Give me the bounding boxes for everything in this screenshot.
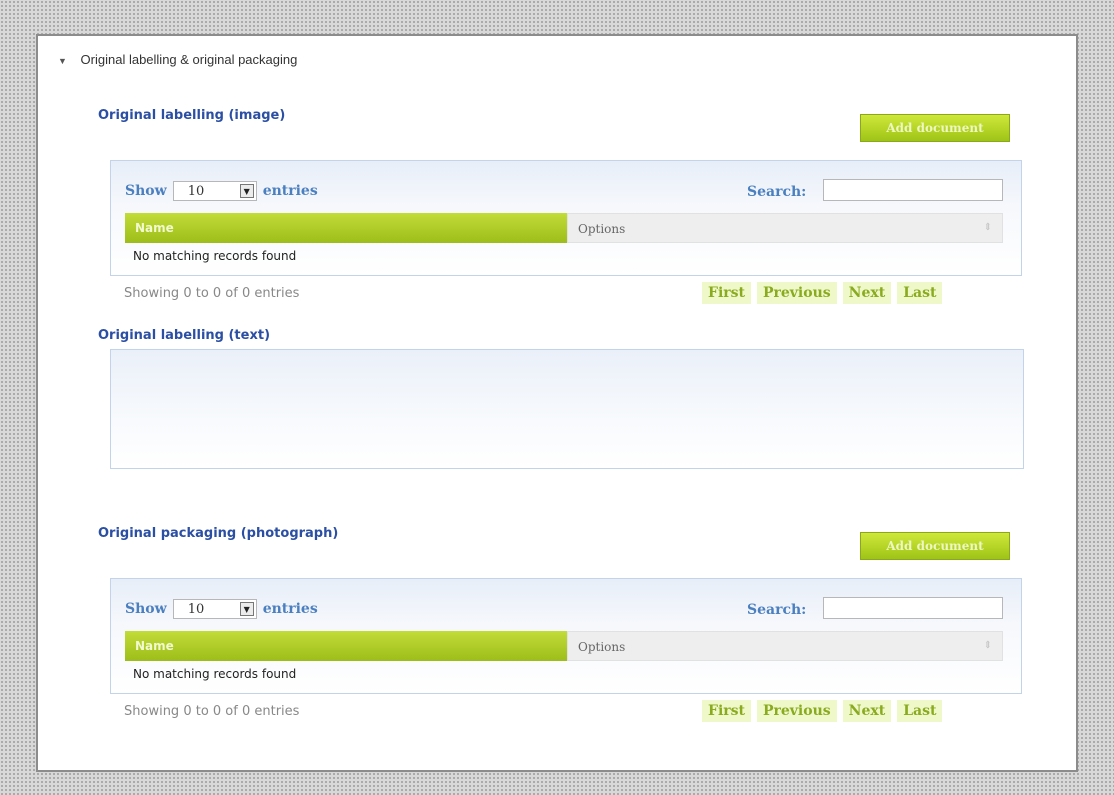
image-table-info: Showing 0 to 0 of 0 entries: [124, 286, 300, 301]
column-header-name[interactable]: Name: [125, 213, 567, 243]
entries-label: entries: [262, 601, 318, 617]
column-header-name[interactable]: Name: [125, 631, 567, 661]
pager-previous-button[interactable]: Previous: [756, 282, 837, 304]
labelling-text-area[interactable]: [110, 349, 1024, 469]
sort-icon: ⇕: [983, 640, 992, 651]
column-header-options[interactable]: Options ⇕: [567, 213, 1003, 243]
column-options-label: Options: [578, 640, 626, 654]
text-section-title: Original labelling (text): [98, 328, 271, 343]
packaging-page-size-select[interactable]: 10 ▼: [172, 599, 257, 619]
packaging-search-label: Search:: [747, 602, 807, 618]
image-table-header: Name Options ⇕: [125, 213, 1003, 243]
packaging-empty-row: No matching records found: [133, 667, 297, 681]
pager-next-button[interactable]: Next: [842, 700, 892, 722]
image-empty-row: No matching records found: [133, 249, 297, 263]
panel-frame: ▼ Original labelling & original packagin…: [36, 34, 1078, 772]
section-header[interactable]: ▼ Original labelling & original packagin…: [58, 52, 297, 67]
packaging-length-control: Show 10 ▼ entries: [125, 599, 318, 619]
dropdown-arrow-icon[interactable]: ▼: [239, 184, 254, 198]
packaging-table-header: Name Options ⇕: [125, 631, 1003, 661]
image-page-size-select[interactable]: 10 ▼: [172, 181, 257, 201]
entries-label: entries: [262, 183, 318, 199]
section-title: Original labelling & original packaging: [80, 52, 298, 67]
pager-last-button[interactable]: Last: [897, 700, 943, 722]
image-section-title: Original labelling (image): [98, 108, 286, 123]
pager-first-button[interactable]: First: [702, 282, 751, 304]
packaging-section-title: Original packaging (photograph): [98, 526, 339, 541]
pager-next-button[interactable]: Next: [842, 282, 892, 304]
packaging-add-document-button[interactable]: Add document: [860, 532, 1010, 560]
image-add-document-button[interactable]: Add document: [860, 114, 1010, 142]
page-size-value: 10: [187, 183, 205, 199]
image-pagination: First Previous Next Last: [702, 282, 943, 304]
pager-previous-button[interactable]: Previous: [756, 700, 837, 722]
show-label: Show: [125, 601, 167, 617]
packaging-pagination: First Previous Next Last: [702, 700, 943, 722]
dropdown-arrow-icon[interactable]: ▼: [239, 602, 254, 616]
packaging-search-input[interactable]: [823, 597, 1003, 619]
column-header-options[interactable]: Options ⇕: [567, 631, 1003, 661]
image-search-input[interactable]: [823, 179, 1003, 201]
collapse-triangle-icon[interactable]: ▼: [58, 56, 67, 66]
page-size-value: 10: [187, 601, 205, 617]
show-label: Show: [125, 183, 167, 199]
column-options-label: Options: [578, 222, 626, 236]
image-length-control: Show 10 ▼ entries: [125, 181, 318, 201]
image-table-panel: Show 10 ▼ entries Search: Name Options ⇕…: [110, 160, 1022, 276]
packaging-table-panel: Show 10 ▼ entries Search: Name Options ⇕…: [110, 578, 1022, 694]
image-search-label: Search:: [747, 184, 807, 200]
sort-icon: ⇕: [983, 222, 992, 233]
packaging-table-info: Showing 0 to 0 of 0 entries: [124, 704, 300, 719]
pager-first-button[interactable]: First: [702, 700, 751, 722]
pager-last-button[interactable]: Last: [897, 282, 943, 304]
